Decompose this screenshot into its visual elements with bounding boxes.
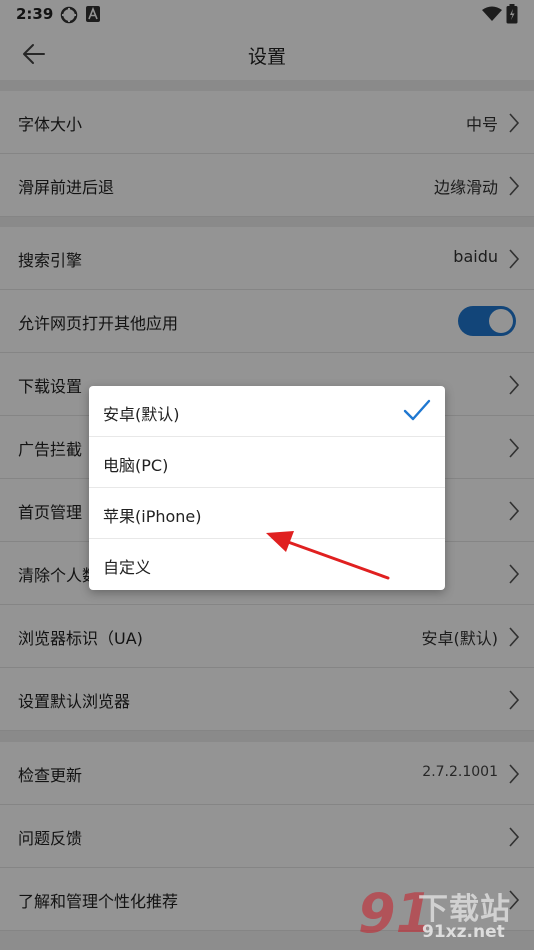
settings-screen: 2:39 设置 字体大小 中号 滑屏前进后退 边缘滑动 搜索引擎 baidu 允… <box>0 0 534 950</box>
ua-option-android[interactable]: 安卓(默认) <box>89 386 445 437</box>
ua-option-label: 自定义 <box>103 558 152 577</box>
ua-option-label: 电脑(PC) <box>103 456 169 475</box>
ua-option-label: 苹果(iPhone) <box>103 507 202 526</box>
ua-option-label: 安卓(默认) <box>103 405 180 424</box>
ua-option-custom[interactable]: 自定义 <box>89 539 445 590</box>
ua-option-pc[interactable]: 电脑(PC) <box>89 437 445 488</box>
site-watermark: 91 下载站 91xz.net <box>358 882 528 946</box>
watermark-url: 91xz.net <box>422 922 505 942</box>
ua-option-iphone[interactable]: 苹果(iPhone) <box>89 488 445 539</box>
checkmark-icon <box>403 399 431 421</box>
ua-select-dialog: 安卓(默认) 电脑(PC) 苹果(iPhone) 自定义 <box>89 386 445 590</box>
